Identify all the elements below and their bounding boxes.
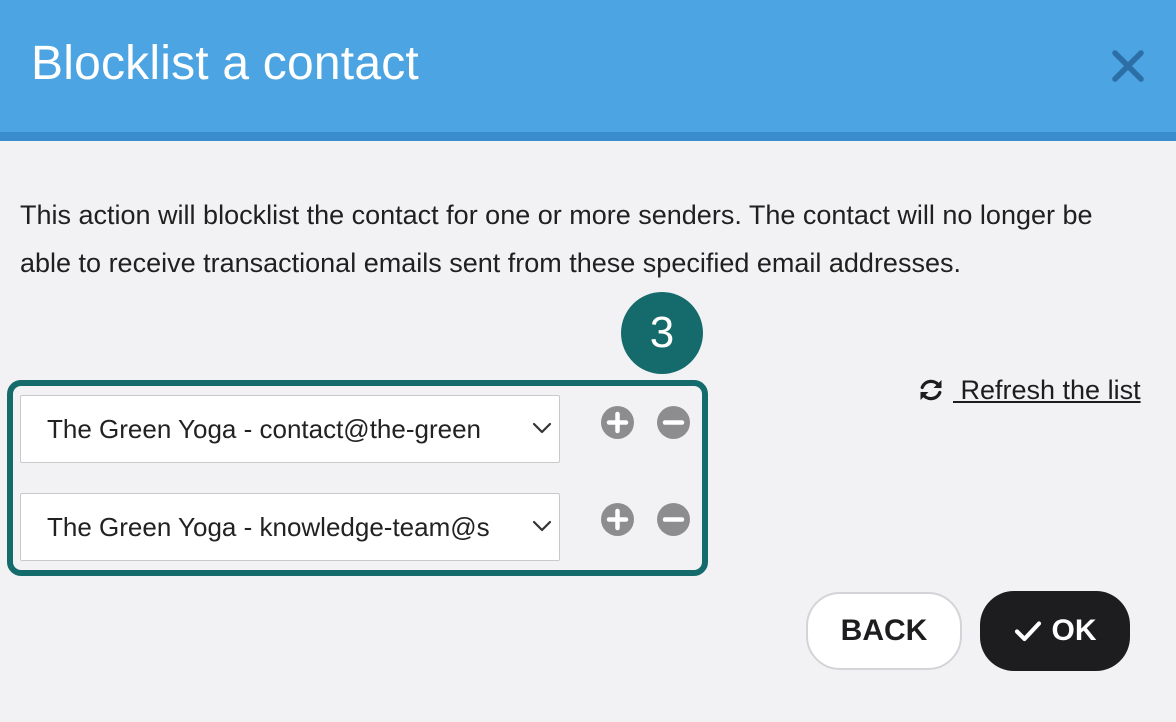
sender-select-2[interactable]: The Green Yoga - knowledge-team@s [20, 493, 560, 561]
refresh-icon [920, 379, 942, 401]
dialog-description: This action will blocklist the contact f… [20, 200, 1093, 278]
ok-button[interactable]: OK [980, 591, 1130, 671]
dialog-title: Blocklist a contact [31, 37, 419, 90]
sender-select-1[interactable]: The Green Yoga - contact@the-green [20, 395, 560, 463]
sender-select-value: The Green Yoga - knowledge-team@s [47, 512, 490, 542]
minus-circle-icon [662, 517, 685, 522]
sender-select-value: The Green Yoga - contact@the-green [47, 414, 482, 444]
step-badge: 3 [621, 292, 703, 374]
close-button[interactable] [1106, 44, 1150, 88]
add-sender-button[interactable] [601, 503, 634, 536]
chevron-down-icon [532, 422, 552, 434]
plus-circle-icon [606, 411, 629, 434]
minus-circle-icon [662, 420, 685, 425]
dialog-header: Blocklist a contact [0, 0, 1176, 141]
remove-sender-button[interactable] [657, 406, 690, 439]
refresh-list-label: Refresh the list [953, 374, 1141, 405]
close-icon [1112, 50, 1144, 82]
plus-circle-icon [606, 508, 629, 531]
remove-sender-button[interactable] [657, 503, 690, 536]
refresh-list-link[interactable]: Refresh the list [917, 372, 1141, 408]
chevron-down-icon [532, 520, 552, 532]
add-sender-button[interactable] [601, 406, 634, 439]
ok-button-label: OK [1051, 614, 1097, 647]
back-button[interactable]: BACK [806, 592, 962, 670]
check-icon [1014, 621, 1041, 642]
